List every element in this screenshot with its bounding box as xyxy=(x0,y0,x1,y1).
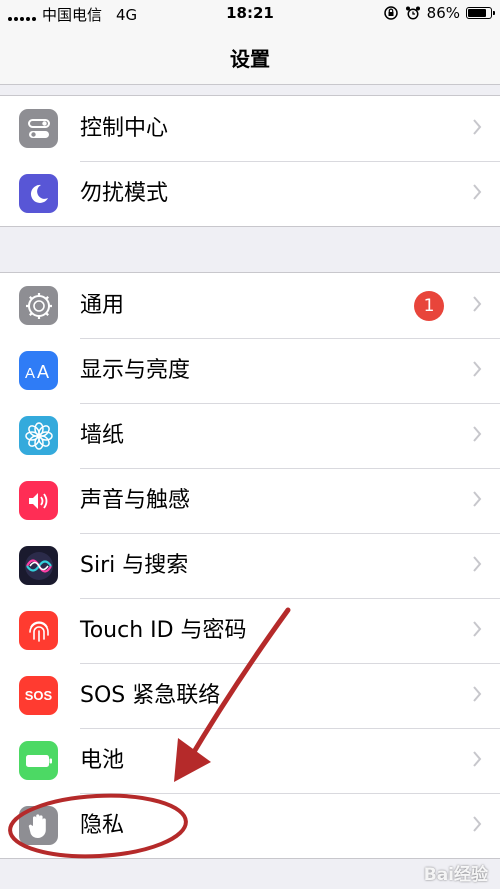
settings-row-label: 通用 xyxy=(80,293,125,318)
chevron-right-icon xyxy=(473,556,482,572)
control-center-icon xyxy=(19,109,58,148)
settings-row-label: 显示与亮度 xyxy=(80,358,191,383)
fingerprint-icon xyxy=(19,611,58,650)
status-right: 86% xyxy=(383,4,495,22)
status-bar: 中国电信 4G 18:21 86% xyxy=(0,0,500,30)
text-size-icon: A A xyxy=(19,351,58,390)
settings-group-1: 控制中心 勿扰模式 xyxy=(0,95,500,227)
chevron-right-icon xyxy=(473,119,482,135)
page-title: 设置 xyxy=(230,47,270,71)
settings-row-siri-search[interactable]: Siri 与搜索 xyxy=(0,533,500,598)
chevron-right-icon xyxy=(473,751,482,767)
battery-percent: 86% xyxy=(426,4,460,22)
chevron-right-icon xyxy=(473,491,482,507)
notification-badge: 1 xyxy=(414,291,444,321)
settings-row-label: 墙纸 xyxy=(80,423,125,448)
settings-row-label: Touch ID 与密码 xyxy=(80,618,247,643)
svg-text:A: A xyxy=(25,365,35,382)
chevron-right-icon xyxy=(473,184,482,200)
sos-icon-text: SOS xyxy=(24,688,53,703)
flower-icon xyxy=(19,416,58,455)
chevron-right-icon xyxy=(473,621,482,637)
settings-group-2: 通用 1 A A 显示与亮度 墙纸 声音与触感 Siri 与搜索 Touch I… xyxy=(0,272,500,859)
navigation-bar: 设置 xyxy=(0,30,500,85)
chevron-right-icon xyxy=(473,686,482,702)
chevron-right-icon xyxy=(473,816,482,832)
moon-icon xyxy=(19,174,58,213)
siri-icon xyxy=(19,546,58,585)
svg-text:A: A xyxy=(37,362,49,382)
settings-row-emergency-sos[interactable]: SOS SOS 紧急联络 xyxy=(0,663,500,728)
settings-row-wallpaper[interactable]: 墙纸 xyxy=(0,403,500,468)
gear-icon xyxy=(19,286,58,325)
settings-row-control-center[interactable]: 控制中心 xyxy=(0,96,500,161)
alarm-icon xyxy=(405,6,420,20)
settings-row-battery[interactable]: 电池 xyxy=(0,728,500,793)
settings-row-label: 勿扰模式 xyxy=(80,181,169,206)
settings-row-display-brightness[interactable]: A A 显示与亮度 xyxy=(0,338,500,403)
settings-row-privacy[interactable]: 隐私 xyxy=(0,793,500,858)
settings-row-do-not-disturb[interactable]: 勿扰模式 xyxy=(0,161,500,226)
settings-row-general[interactable]: 通用 1 xyxy=(0,273,500,338)
battery-fill xyxy=(468,9,486,17)
settings-row-label: 电池 xyxy=(80,748,125,773)
battery-icon xyxy=(19,741,58,780)
settings-row-label: 声音与触感 xyxy=(80,488,191,513)
speaker-icon xyxy=(19,481,58,520)
battery-status-icon xyxy=(466,7,495,19)
rotation-lock-icon xyxy=(383,6,398,20)
hand-icon xyxy=(19,806,58,845)
sos-icon: SOS xyxy=(19,676,58,715)
settings-row-label: 控制中心 xyxy=(80,116,169,141)
watermark: Bai经验 xyxy=(423,865,488,885)
chevron-right-icon xyxy=(473,296,482,312)
settings-row-touch-id-passcode[interactable]: Touch ID 与密码 xyxy=(0,598,500,663)
settings-row-label: 隐私 xyxy=(80,813,125,838)
settings-row-label: Siri 与搜索 xyxy=(80,553,189,578)
settings-row-sounds-haptics[interactable]: 声音与触感 xyxy=(0,468,500,533)
chevron-right-icon xyxy=(473,361,482,377)
chevron-right-icon xyxy=(473,426,482,442)
settings-row-label: SOS 紧急联络 xyxy=(80,683,221,708)
